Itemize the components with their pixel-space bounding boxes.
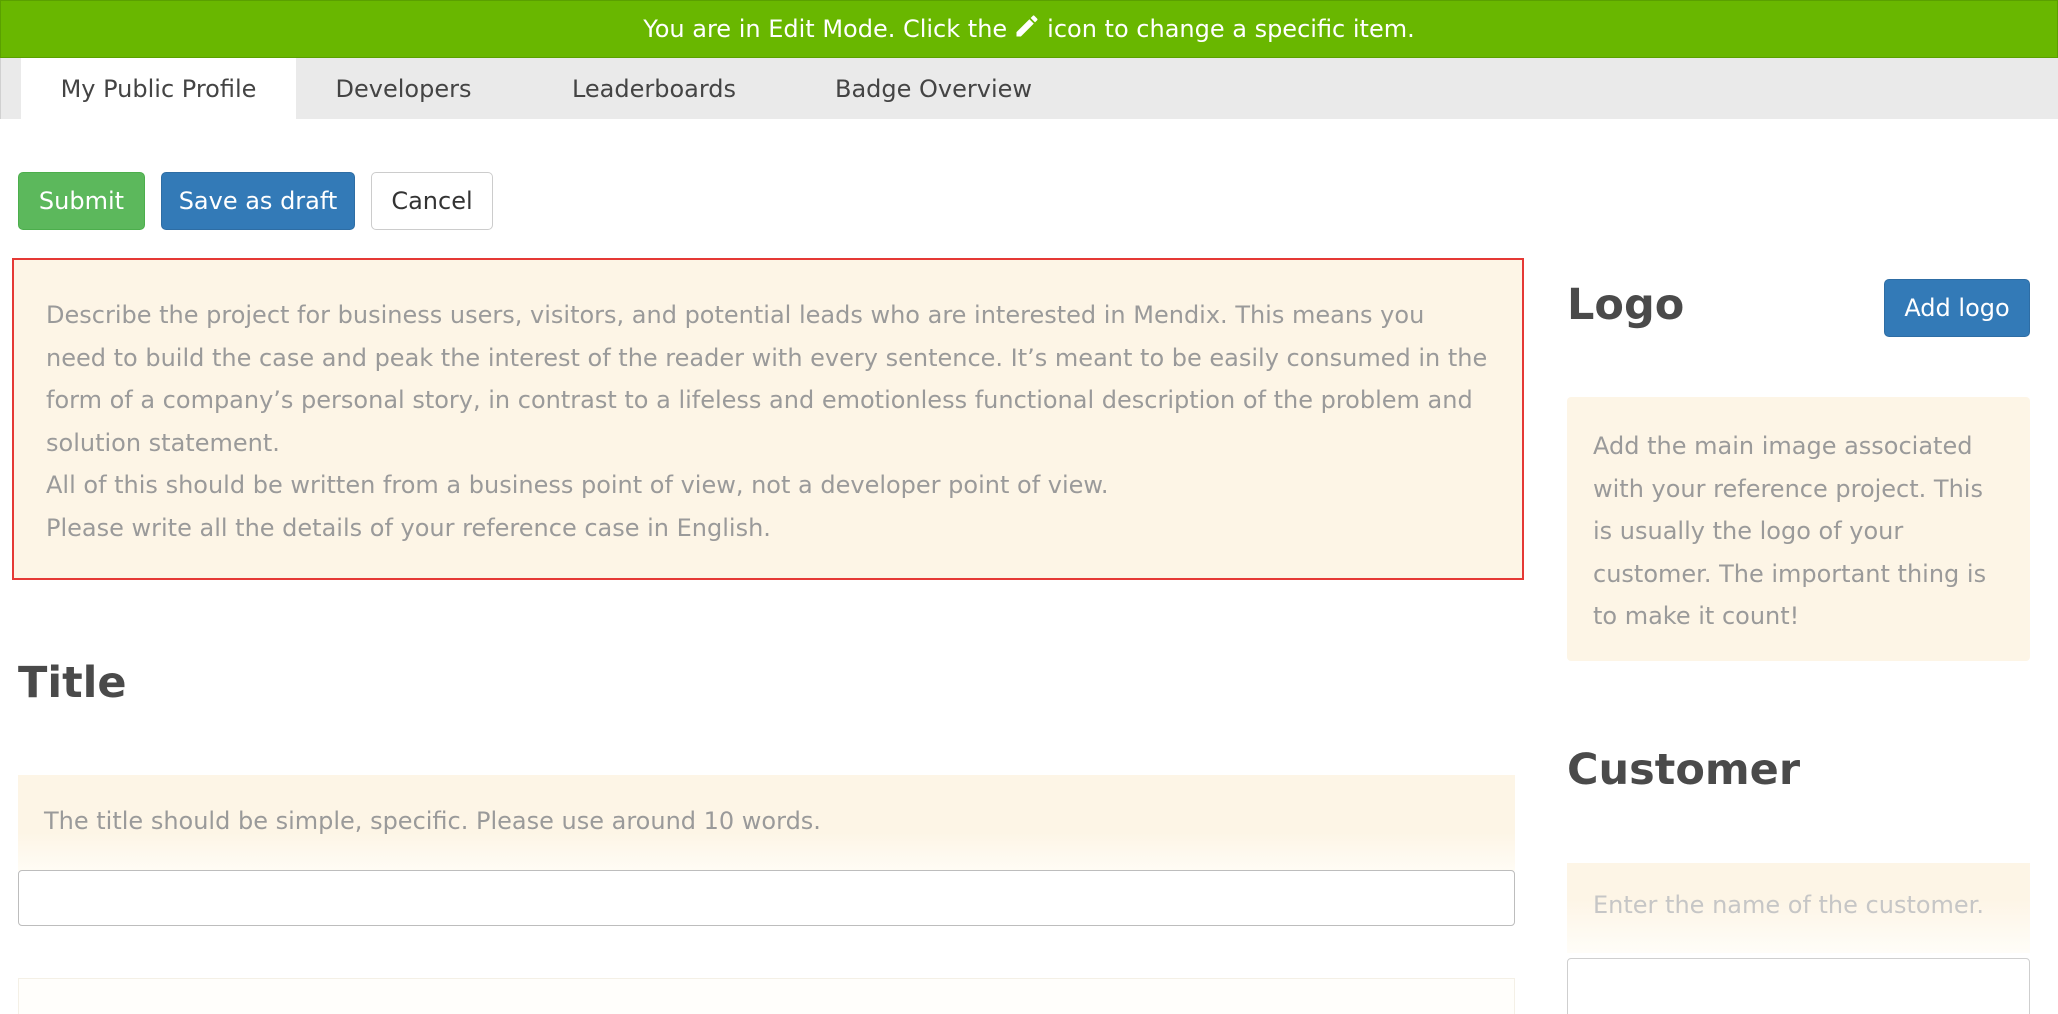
title-input[interactable] [18, 870, 1515, 926]
banner-text-after: icon to change a specific item. [1047, 15, 1415, 43]
description-paragraph: Please write all the details of your ref… [46, 513, 771, 542]
tab-my-public-profile[interactable]: My Public Profile [21, 58, 296, 119]
submit-button[interactable]: Submit [18, 172, 145, 230]
cancel-button[interactable]: Cancel [371, 172, 493, 230]
tab-leaderboards[interactable]: Leaderboards [525, 58, 783, 119]
description-paragraph: All of this should be written from a bus… [46, 471, 1109, 499]
save-as-draft-button[interactable]: Save as draft [161, 172, 355, 230]
logo-hint: Add the main image associated with your … [1567, 397, 2030, 661]
logo-heading: Logo [1567, 280, 1685, 330]
tab-badge-overview[interactable]: Badge Overview [801, 58, 1066, 119]
customer-hint: Enter the name of the customer. [1567, 863, 2030, 953]
project-description-field[interactable]: Describe the project for business users,… [12, 258, 1524, 580]
add-logo-button[interactable]: Add logo [1884, 279, 2030, 337]
customer-input[interactable] [1567, 958, 2030, 1014]
next-section-box [18, 978, 1515, 1014]
pencil-icon [1013, 12, 1041, 46]
tab-developers[interactable]: Developers [296, 58, 511, 119]
title-heading: Title [18, 658, 127, 708]
customer-heading: Customer [1567, 745, 1801, 795]
title-hint: The title should be simple, specific. Pl… [18, 775, 1515, 871]
banner-text-before: You are in Edit Mode. Click the [643, 15, 1008, 43]
description-paragraph: Describe the project for business users,… [46, 301, 1488, 457]
edit-mode-banner: You are in Edit Mode. Click the icon to … [0, 0, 2058, 58]
tab-bar: My Public Profile Developers Leaderboard… [0, 58, 2058, 119]
